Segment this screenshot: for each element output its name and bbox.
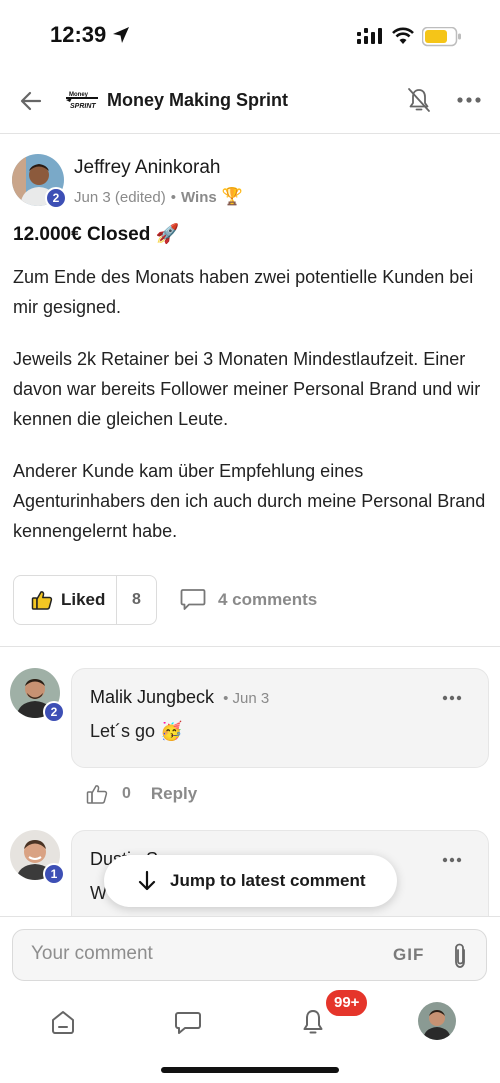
group-logo[interactable]: Money SPRINT — [64, 88, 100, 112]
post-author-level-badge: 2 — [45, 187, 67, 209]
comment-more-icon[interactable] — [442, 857, 462, 863]
bottom-area: GIF 99+ — [0, 916, 500, 1083]
comment-author-name[interactable]: Malik Jungbeck — [90, 687, 214, 707]
location-arrow-icon — [113, 27, 129, 43]
meta-separator: • — [170, 188, 176, 206]
chat-icon[interactable] — [174, 1010, 202, 1036]
comment-author: Malik Jungbeck • Jun 3 — [90, 687, 269, 708]
post-paragraph: Anderer Kunde kam über Empfehlung eines … — [13, 461, 486, 541]
paperclip-icon[interactable] — [449, 941, 471, 971]
jump-to-latest-button[interactable]: Jump to latest comment — [104, 855, 397, 907]
comment-bubble-icon — [180, 589, 206, 610]
status-bar: 12:39 — [0, 0, 500, 72]
post-meta: Jun 3 (edited) • Wins 🏆 — [74, 187, 243, 207]
comment-more-icon[interactable] — [442, 695, 462, 701]
svg-text:SPRINT: SPRINT — [70, 103, 96, 110]
comment-date: • Jun 3 — [223, 690, 270, 707]
comments-count-label: 4 comments — [218, 590, 318, 609]
reply-button[interactable]: Reply — [151, 784, 197, 804]
arrow-down-icon — [138, 870, 156, 891]
post-paragraph: Jeweils 2k Retainer bei 3 Monaten Mindes… — [13, 349, 481, 429]
like-label: Liked — [61, 590, 106, 609]
post-category[interactable]: Wins — [181, 189, 217, 206]
gif-button[interactable]: GIF — [393, 945, 424, 965]
more-options-icon[interactable] — [456, 96, 482, 104]
status-time: 12:39 — [50, 22, 107, 47]
comment-text: Let´s go 🥳 — [90, 721, 183, 741]
profile-avatar[interactable] — [418, 1002, 456, 1040]
cellular-signal-icon — [357, 28, 382, 44]
post-paragraph: Zum Ende des Monats haben zwei potentiel… — [13, 267, 474, 317]
like-toggle[interactable]: Liked — [14, 576, 117, 624]
comment-author-level-badge: 2 — [43, 701, 65, 723]
comment-like-count: 0 — [122, 785, 131, 802]
group-title[interactable]: Money Making Sprint — [107, 90, 288, 111]
like-button[interactable]: Liked 8 — [13, 575, 157, 625]
trophy-icon: 🏆 — [221, 187, 243, 206]
thumbs-up-filled-icon — [31, 591, 53, 610]
jump-to-latest-label: Jump to latest comment — [170, 871, 366, 890]
wifi-icon — [392, 27, 414, 44]
home-icon[interactable] — [49, 1008, 77, 1036]
thumbs-up-icon[interactable] — [86, 783, 108, 805]
comment-author-level-badge: 1 — [43, 863, 65, 885]
group-header: Money SPRINT Money Making Sprint — [0, 72, 500, 134]
comments-button[interactable]: 4 comments — [180, 588, 317, 612]
post-title: 12.000€ Closed 🚀 — [13, 224, 180, 245]
comment-actions: 0 Reply — [86, 783, 197, 805]
home-indicator — [161, 1067, 339, 1073]
comment-bubble: Malik Jungbeck • Jun 3 Let´s go 🥳 — [71, 668, 489, 768]
notifications-bell-icon[interactable] — [300, 1007, 326, 1037]
battery-icon — [422, 27, 461, 47]
back-arrow-icon[interactable] — [18, 88, 44, 114]
notification-count-badge: 99+ — [324, 988, 370, 1018]
comment-input[interactable] — [31, 943, 371, 965]
bell-off-icon[interactable] — [406, 86, 432, 114]
post-date: Jun 3 (edited) — [74, 188, 166, 206]
post-body: Zum Ende des Monats haben zwei potentiel… — [13, 262, 493, 568]
like-count[interactable]: 8 — [117, 591, 156, 609]
post-author-name[interactable]: Jeffrey Aninkorah — [74, 157, 220, 179]
divider — [0, 646, 500, 647]
comment-composer: GIF — [12, 929, 487, 981]
